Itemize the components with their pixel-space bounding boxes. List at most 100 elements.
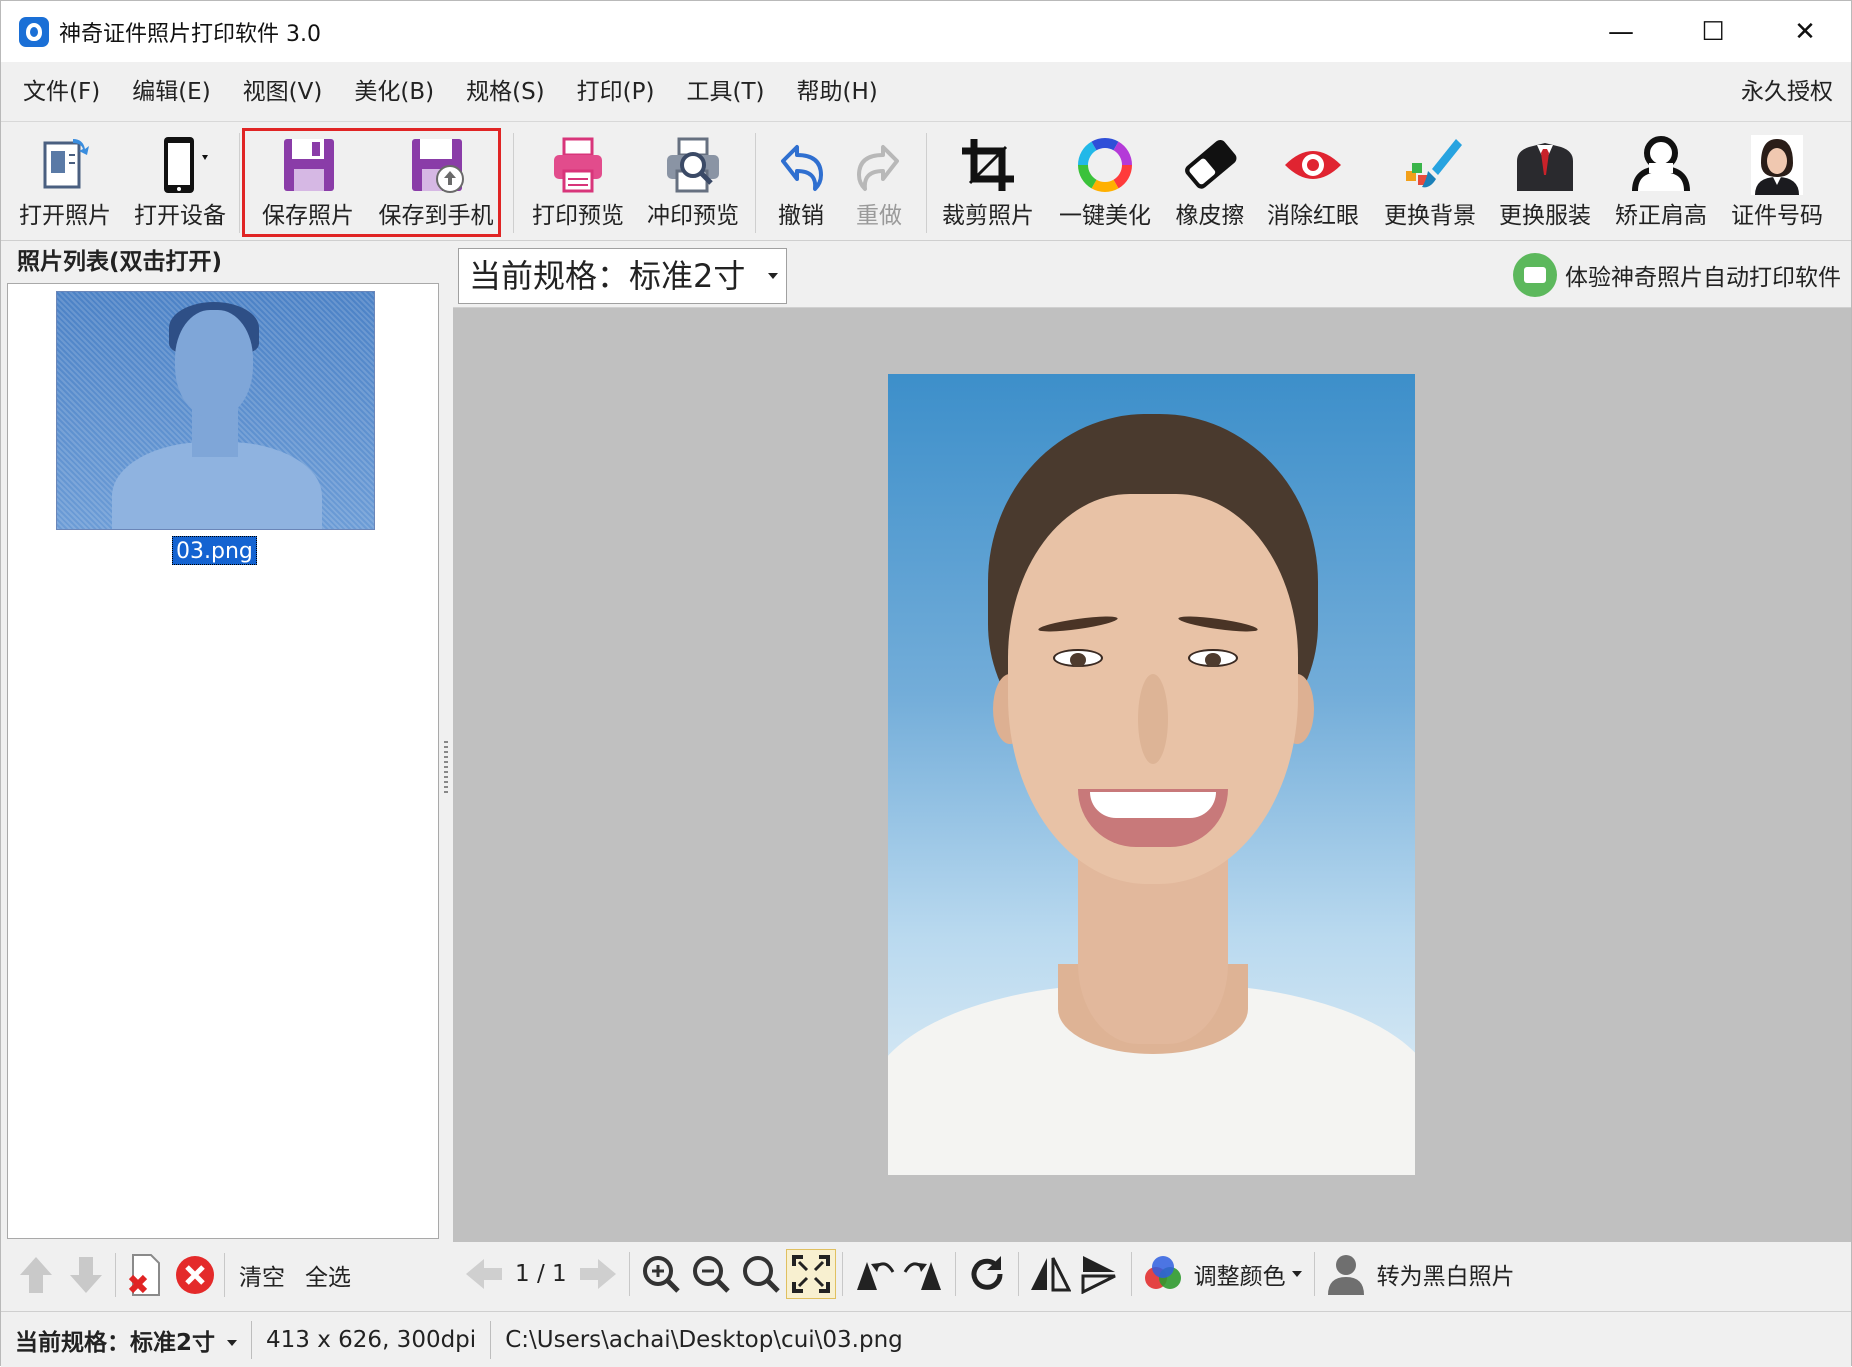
app-logo-icon: [19, 16, 49, 47]
app-window: 神奇证件照片打印软件 3.0 — ☐ ✕ 文件(F) 编辑(E) 视图(V) 美…: [0, 0, 1852, 1367]
zoom-out-icon: [692, 1256, 730, 1293]
separator: [954, 1252, 956, 1296]
photo-teeth-shape: [1090, 792, 1216, 818]
crop-button[interactable]: 裁剪照片: [935, 127, 1041, 237]
change-clothes-button[interactable]: 更换服装: [1493, 127, 1597, 237]
red-eye-button[interactable]: 消除红眼: [1263, 127, 1363, 237]
photo-eye-shape: [1053, 649, 1103, 667]
menu-help[interactable]: 帮助(H): [780, 62, 893, 122]
spec-dropdown[interactable]: 当前规格：标准2寸: [458, 248, 787, 304]
window-controls: — ☐ ✕: [1575, 1, 1851, 62]
spec-dropdown-value: 当前规格：标准2寸: [469, 257, 746, 295]
previous-page-button[interactable]: [459, 1249, 509, 1299]
rotate-right-button[interactable]: [899, 1249, 949, 1299]
menu-file[interactable]: 文件(F): [7, 62, 116, 122]
dropdown-caret-icon: [1291, 1271, 1302, 1277]
flip-vertical-button[interactable]: [1075, 1249, 1125, 1299]
zoom-out-button[interactable]: [686, 1249, 736, 1299]
menu-beautify[interactable]: 美化(B): [338, 62, 450, 122]
undo-label: 撤销: [778, 203, 824, 229]
separator: [1017, 1252, 1019, 1296]
redo-button[interactable]: 重做: [841, 127, 917, 237]
photo-thumbnail[interactable]: [56, 291, 375, 530]
menu-print[interactable]: 打印(P): [561, 62, 671, 122]
minimize-button[interactable]: —: [1575, 1, 1667, 62]
adjust-color-icon-button[interactable]: [1138, 1249, 1188, 1299]
highlight-box: [242, 128, 501, 237]
id-number-button[interactable]: 证件号码: [1725, 127, 1829, 237]
promo-link[interactable]: 体验神奇照片自动打印软件: [1513, 252, 1841, 298]
thumbnail-face-shape: [175, 310, 253, 418]
portrait-icon: [1745, 133, 1809, 197]
printer-icon: [546, 133, 610, 197]
open-photo-button[interactable]: 打开照片: [13, 127, 117, 237]
id-photo: [888, 374, 1415, 1175]
move-down-button[interactable]: [61, 1250, 111, 1300]
beautify-button[interactable]: 一键美化: [1053, 127, 1157, 237]
fix-shoulders-label: 矫正肩高: [1615, 203, 1707, 229]
delete-file-button[interactable]: [120, 1250, 170, 1300]
flip-horizontal-button[interactable]: [1025, 1249, 1075, 1299]
photo-list-panel: 照片列表(双击打开) 03.png 清空 全选: [1, 242, 447, 1305]
develop-preview-button[interactable]: 冲印预览: [641, 127, 745, 237]
rotate-left-icon: [856, 1262, 894, 1290]
separator: [1130, 1252, 1132, 1296]
toolbar: 打开照片 打开设备 保存照片 保存到手机 打印预览 冲印预览 撤销 重做 裁剪照…: [1, 123, 1851, 241]
print-preview-button[interactable]: 打印预览: [526, 127, 630, 237]
change-background-button[interactable]: 更换背景: [1377, 127, 1483, 237]
toolbar-separator: [755, 133, 756, 233]
open-device-button[interactable]: 打开设备: [128, 127, 232, 237]
adjust-color-button[interactable]: 调整颜色: [1188, 1257, 1292, 1291]
flip-horizontal-icon: [1030, 1257, 1071, 1292]
select-all-button[interactable]: 全选: [295, 1258, 361, 1292]
arrow-left-icon: [466, 1259, 502, 1289]
menu-spec[interactable]: 规格(S): [450, 62, 561, 122]
menu-edit[interactable]: 编辑(E): [116, 62, 226, 122]
separator: [1313, 1252, 1315, 1296]
maximize-button[interactable]: ☐: [1667, 1, 1759, 62]
menu-view[interactable]: 视图(V): [227, 62, 339, 122]
eraser-button[interactable]: 橡皮擦: [1167, 127, 1253, 237]
promo-text: 体验神奇照片自动打印软件: [1565, 265, 1841, 291]
separator: [115, 1253, 116, 1297]
beautify-label: 一键美化: [1059, 203, 1151, 229]
zoom-in-button[interactable]: [636, 1249, 686, 1299]
menu-bar: 文件(F) 编辑(E) 视图(V) 美化(B) 规格(S) 打印(P) 工具(T…: [1, 62, 1851, 122]
fit-window-button[interactable]: [785, 1249, 836, 1299]
tablet-device-icon: [148, 133, 212, 197]
id-number-label: 证件号码: [1731, 203, 1823, 229]
page-indicator: 1 / 1: [515, 1261, 567, 1287]
fix-shoulders-button[interactable]: 矫正肩高: [1609, 127, 1713, 237]
crop-label: 裁剪照片: [942, 203, 1034, 229]
remove-button[interactable]: [170, 1250, 220, 1300]
to-bw-icon-button[interactable]: [1321, 1249, 1371, 1299]
paint-brush-icon: [1398, 133, 1462, 197]
red-eye-icon: [1281, 133, 1345, 197]
eraser-label: 橡皮擦: [1175, 203, 1245, 229]
title-bar: 神奇证件照片打印软件 3.0 — ☐ ✕: [1, 1, 1851, 62]
undo-button[interactable]: 撤销: [763, 127, 839, 237]
change-background-label: 更换背景: [1384, 203, 1476, 229]
move-up-button[interactable]: [11, 1250, 61, 1300]
rotate-left-button[interactable]: [849, 1249, 899, 1299]
next-page-button[interactable]: [573, 1249, 623, 1299]
actual-size-button[interactable]: [736, 1249, 786, 1299]
license-link[interactable]: 永久授权: [1741, 62, 1833, 122]
printer-promo-icon: [1513, 253, 1557, 297]
panel-splitter[interactable]: [444, 741, 448, 793]
clear-button[interactable]: 清空: [229, 1258, 295, 1292]
fit-screen-icon: [791, 1255, 830, 1293]
photo-list[interactable]: 03.png: [7, 283, 439, 1239]
spec-bar: 当前规格：标准2寸 体验神奇照片自动打印软件: [453, 242, 1851, 308]
status-spec[interactable]: 当前规格：标准2寸: [1, 1323, 251, 1357]
menu-tools[interactable]: 工具(T): [670, 62, 780, 122]
photo-nose-shape: [1138, 674, 1168, 764]
status-size: 413 x 626, 300dpi: [266, 1326, 477, 1353]
close-button[interactable]: ✕: [1759, 1, 1851, 62]
to-bw-button[interactable]: 转为黑白照片: [1371, 1257, 1521, 1291]
eraser-icon: [1178, 133, 1242, 197]
arrow-right-icon: [579, 1259, 616, 1289]
photo-filename[interactable]: 03.png: [172, 536, 257, 565]
photo-canvas[interactable]: [453, 308, 1851, 1242]
rotate-180-button[interactable]: [962, 1249, 1012, 1299]
